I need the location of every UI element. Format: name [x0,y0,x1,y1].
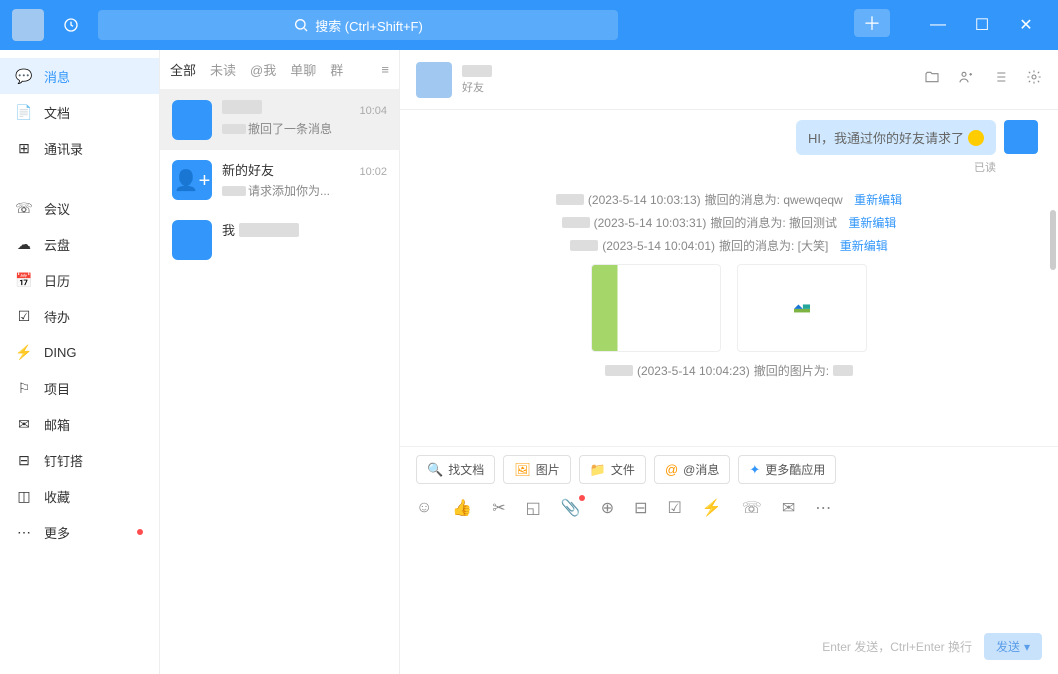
input-toolbar: ☺ 👍 ✂ ◱ 📎 ⊕ ⊟ ☑ ⚡ ☏ ✉ ⋯ [400,492,1058,524]
thumbs-up-icon[interactable]: 👍 [452,498,472,518]
check-icon: ☑ [16,308,32,325]
conversation-item[interactable]: 👤+ 新的好友10:02 请求添加你为... [160,150,399,210]
tab-at-me[interactable]: @我 [250,60,276,79]
qa-find-doc[interactable]: 🔍找文档 [416,455,495,484]
sidebar: 💬消息 📄文档 ⊞通讯录 ☏会议 ☁云盘 📅日历 ☑待办 ⚡DING ⚐项目 ✉… [0,50,160,674]
doc-icon: 📄 [16,104,32,121]
blocks-icon: ⊟ [16,452,32,469]
qa-file[interactable]: 📁文件 [579,455,646,484]
more-icon: ⋯ [16,524,32,541]
chat-avatar[interactable] [416,62,452,98]
re-edit-link[interactable]: 重新编辑 [848,214,896,231]
quick-actions: 🔍找文档 🖼图片 📁文件 @@消息 ✦更多酷应用 [400,446,1058,492]
titlebar: 搜索 (Ctrl+Shift+F) ＋ — ☐ ✕ [0,0,1058,50]
chat-icon: 💬 [16,68,32,85]
smile-emoji-icon [968,130,984,146]
tab-all[interactable]: 全部 [170,60,196,79]
call-icon[interactable]: ☏ [742,498,762,518]
inbox-icon[interactable]: ✉ [782,498,795,518]
scrollbar[interactable] [1050,210,1056,270]
chat-messages[interactable]: HI，我通过你的好友请求了 已读 (2023-5-14 10:03:13) 撤回… [400,110,1058,446]
recall-notice: (2023-5-14 10:03:31) 撤回的消息为: 撤回测试 重新编辑 [420,214,1038,231]
nav-todo[interactable]: ☑待办 [0,298,159,334]
contacts-icon: ⊞ [16,140,32,157]
format-icon[interactable]: ◱ [526,498,541,518]
card-icon[interactable]: ⊕ [601,498,614,518]
nav-calendar[interactable]: 📅日历 [0,262,159,298]
close-icon[interactable]: ✕ [1006,9,1046,41]
note-icon[interactable]: ⊟ [634,498,647,518]
flash-icon[interactable]: ⚡ [702,498,722,518]
conversation-list: 全部 未读 @我 单聊 群 ≡ 10:04 撤回了一条消息 👤+ 新的好友10:… [160,50,400,674]
search-input[interactable]: 搜索 (Ctrl+Shift+F) [98,10,618,40]
user-avatar[interactable] [12,9,44,41]
message-input[interactable]: Enter 发送，Ctrl+Enter 换行 发送 ▾ [400,524,1058,674]
nav-favorite[interactable]: ◫收藏 [0,478,159,514]
nav-messages[interactable]: 💬消息 [0,58,159,94]
nav-more[interactable]: ⋯更多 [0,514,159,550]
recall-notice: (2023-5-14 10:03:13) 撤回的消息为: qwewqeqw 重新… [420,191,1038,208]
settings-icon[interactable] [1026,69,1042,90]
conv-avatar [172,100,212,140]
cloud-icon: ☁ [16,236,32,253]
read-status: 已读 [420,159,1038,175]
recalled-image [737,264,867,352]
sent-message: HI，我通过你的好友请求了 [796,120,996,155]
re-edit-link[interactable]: 重新编辑 [854,191,902,208]
calendar-icon: 📅 [16,272,32,289]
re-edit-link[interactable]: 重新编辑 [840,237,888,254]
nav-ding[interactable]: ⚡DING [0,334,159,370]
tabs-menu-icon[interactable]: ≡ [381,62,389,77]
nav-contacts[interactable]: ⊞通讯录 [0,130,159,166]
conv-avatar [172,220,212,260]
nav-mail[interactable]: ✉邮箱 [0,406,159,442]
toolbar-more-icon[interactable]: ⋯ [815,498,831,518]
phone-icon: ☏ [16,200,32,217]
conv-avatar: 👤+ [172,160,212,200]
mail-icon: ✉ [16,416,32,433]
emoji-icon[interactable]: ☺ [416,499,432,517]
project-icon: ⚐ [16,380,32,397]
list-icon[interactable] [992,69,1008,90]
nav-docs[interactable]: 📄文档 [0,94,159,130]
minimize-icon[interactable]: — [918,9,958,41]
maximize-icon[interactable]: ☐ [962,9,1002,41]
chat-panel: 好友 HI，我通过你的好友请求了 已读 (2023-5-14 10:03:13)… [400,50,1058,674]
tab-single[interactable]: 单聊 [290,60,316,79]
nav-project[interactable]: ⚐项目 [0,370,159,406]
conversation-item[interactable]: 10:04 撤回了一条消息 [160,90,399,150]
notification-dot [137,529,143,535]
tab-unread[interactable]: 未读 [210,60,236,79]
recall-notice: (2023-5-14 10:04:23) 撤回的图片为: [420,362,1038,379]
add-button[interactable]: ＋ [854,9,890,37]
favorite-icon: ◫ [16,488,32,505]
scissors-icon[interactable]: ✂ [492,498,505,518]
nav-cloud[interactable]: ☁云盘 [0,226,159,262]
qa-at-msg[interactable]: @@消息 [654,455,730,484]
send-button[interactable]: 发送 ▾ [984,633,1042,660]
conversation-item[interactable]: 我 [160,210,399,270]
recalled-image [591,264,721,352]
nav-meeting[interactable]: ☏会议 [0,190,159,226]
my-avatar [1004,120,1038,154]
history-icon[interactable] [56,10,86,40]
folder-icon[interactable] [924,69,940,90]
qa-image[interactable]: 🖼图片 [503,455,571,484]
add-user-icon[interactable] [958,69,974,90]
nav-dingdingda[interactable]: ⊟钉钉搭 [0,442,159,478]
recall-notice: (2023-5-14 10:04:01) 撤回的消息为: [大笑] 重新编辑 [420,237,1038,254]
tab-group[interactable]: 群 [330,60,343,79]
qa-more-apps[interactable]: ✦更多酷应用 [738,455,836,484]
task-icon[interactable]: ☑ [668,498,682,518]
send-hint: Enter 发送，Ctrl+Enter 换行 [822,638,972,655]
ding-icon: ⚡ [16,344,32,361]
attach-icon[interactable]: 📎 [561,498,581,518]
